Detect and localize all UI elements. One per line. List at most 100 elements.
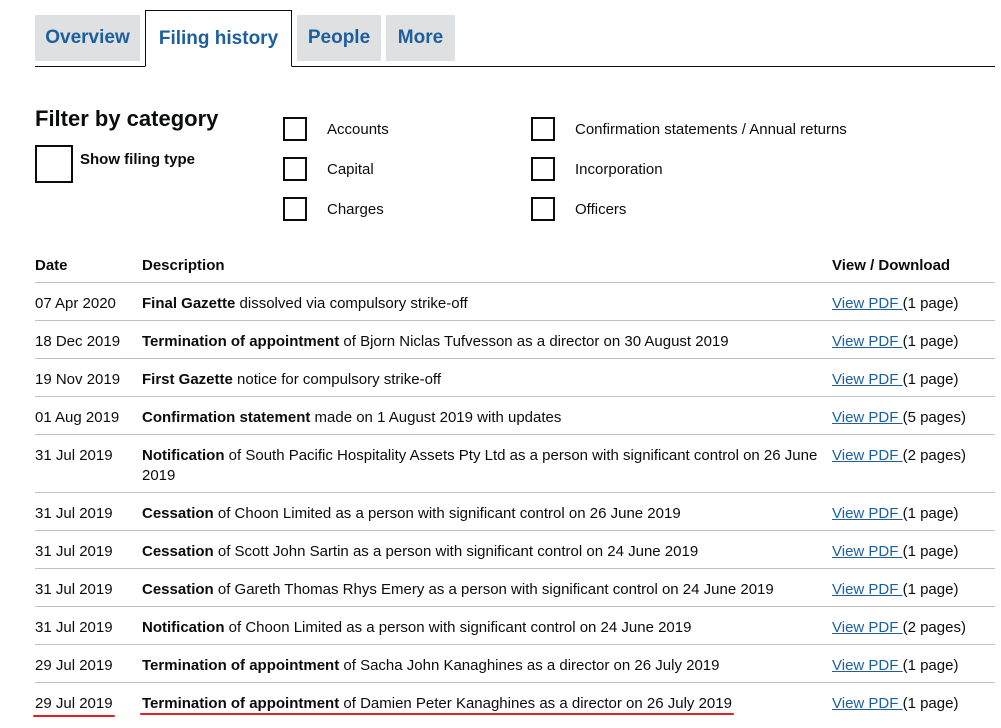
row-date: 29 Jul 2019	[33, 695, 115, 717]
row-view: View PDF (1 page)	[832, 542, 958, 562]
incorporation-checkbox[interactable]	[531, 157, 555, 181]
confirmation-statements-checkbox[interactable]	[531, 117, 555, 141]
row-description-text: Termination of appointment of Bjorn Nicl…	[142, 333, 729, 350]
table-row: 07 Apr 2020 Final Gazette dissolved via c…	[35, 283, 995, 321]
row-page-count: (1 page)	[902, 505, 959, 522]
header-description: Description	[142, 257, 225, 274]
row-date: 29 Jul 2019	[35, 657, 113, 674]
row-description: Termination of appointment of Damien Pet…	[142, 694, 818, 714]
row-view: View PDF (1 page)	[832, 332, 958, 352]
accounts-label: Accounts	[327, 121, 389, 138]
row-description-type: Termination of appointment	[142, 657, 340, 674]
tab-bar: Overview Filing history People More	[35, 10, 995, 67]
table-row: 01 Aug 2019 Confirmation statement made o…	[35, 397, 995, 435]
officers-checkbox[interactable]	[531, 197, 555, 221]
row-description-text: Cessation of Choon Limited as a person w…	[142, 505, 681, 522]
row-view: View PDF (1 page)	[832, 656, 958, 676]
view-pdf-link[interactable]: View PDF	[832, 295, 903, 312]
view-pdf-link[interactable]: View PDF	[832, 657, 903, 674]
table-row: 29 Jul 2019 Termination of appointment of…	[35, 645, 995, 683]
row-description-detail: of South Pacific Hospitality Assets Pty …	[142, 447, 818, 484]
row-date: 07 Apr 2020	[35, 295, 116, 312]
table-row: 29 Jul 2019 Termination of appointment of…	[33, 683, 995, 721]
row-date: 18 Dec 2019	[35, 333, 121, 350]
row-description: Cessation of Scott John Sartin as a pers…	[142, 542, 818, 562]
view-pdf-link[interactable]: View PDF	[832, 581, 903, 598]
charges-checkbox[interactable]	[283, 197, 307, 221]
row-view: View PDF (1 page)	[832, 694, 958, 714]
row-description-detail: dissolved via compulsory strike-off	[235, 295, 468, 312]
row-description: Notification of South Pacific Hospitalit…	[142, 446, 818, 486]
view-pdf-link[interactable]: View PDF	[832, 409, 903, 426]
row-description: Notification of Choon Limited as a perso…	[142, 618, 818, 638]
row-description-text: Termination of appointment of Sacha John…	[142, 657, 719, 674]
row-description-type: Cessation	[142, 505, 214, 522]
table-row: 31 Jul 2019 Notification of Choon Limited…	[35, 607, 995, 645]
row-view: View PDF (2 pages)	[832, 446, 966, 466]
row-date: 31 Jul 2019	[35, 619, 113, 636]
row-view: View PDF (1 page)	[832, 504, 958, 524]
table-row: 18 Dec 2019 Termination of appointment of…	[35, 321, 995, 359]
row-description-detail: of Gareth Thomas Rhys Emery as a person …	[213, 581, 774, 598]
tab-more[interactable]: More	[386, 15, 455, 61]
row-description: Cessation of Gareth Thomas Rhys Emery as…	[142, 580, 818, 600]
row-page-count: (1 page)	[902, 581, 959, 598]
table-row: 19 Nov 2019 First Gazette notice for comp…	[35, 359, 995, 397]
capital-checkbox[interactable]	[283, 157, 307, 181]
row-description-detail: made on 1 August 2019 with updates	[310, 409, 562, 426]
header-date: Date	[35, 257, 68, 274]
row-description-type: Cessation	[142, 581, 214, 598]
row-description-text: Cessation of Gareth Thomas Rhys Emery as…	[142, 581, 774, 598]
row-description: Confirmation statement made on 1 August …	[142, 408, 818, 428]
row-description-type: Notification	[142, 619, 225, 636]
officers-label: Officers	[575, 201, 627, 218]
filing-history-table: Date Description View / Download 07 Apr …	[33, 252, 995, 721]
row-page-count: (2 pages)	[902, 447, 966, 464]
row-date: 31 Jul 2019	[35, 543, 113, 560]
view-pdf-link[interactable]: View PDF	[832, 447, 903, 464]
row-page-count: (1 page)	[902, 657, 959, 674]
row-date: 19 Nov 2019	[35, 371, 121, 388]
header-view-download: View / Download	[832, 257, 951, 274]
row-view: View PDF (5 pages)	[832, 408, 966, 428]
row-date: 31 Jul 2019	[35, 581, 113, 598]
incorporation-label: Incorporation	[575, 161, 663, 178]
row-description: Final Gazette dissolved via compulsory s…	[142, 294, 818, 314]
view-pdf-link[interactable]: View PDF	[832, 505, 903, 522]
row-description: Termination of appointment of Bjorn Nicl…	[142, 332, 818, 352]
row-description-detail: of Scott John Sartin as a person with si…	[213, 543, 699, 560]
table-row: 31 Jul 2019 Notification of South Pacific…	[35, 435, 995, 493]
row-description-text: Termination of appointment of Damien Pet…	[142, 695, 732, 712]
row-description: First Gazette notice for compulsory stri…	[142, 370, 818, 390]
row-page-count: (1 page)	[902, 695, 959, 712]
table-row: 31 Jul 2019 Cessation of Scott John Sarti…	[35, 531, 995, 569]
row-description-detail: of Bjorn Niclas Tufvesson as a director …	[339, 333, 729, 350]
tab-filing-history[interactable]: Filing history	[145, 10, 292, 67]
view-pdf-link[interactable]: View PDF	[832, 371, 903, 388]
capital-label: Capital	[327, 161, 374, 178]
tab-people[interactable]: People	[297, 15, 381, 61]
row-description-text: Notification of South Pacific Hospitalit…	[142, 447, 817, 484]
row-description-type: First Gazette	[142, 371, 233, 388]
row-page-count: (1 page)	[902, 295, 959, 312]
view-pdf-link[interactable]: View PDF	[832, 333, 903, 350]
row-description-detail: of Choon Limited as a person with signif…	[213, 505, 681, 522]
row-description-detail: notice for compulsory strike-off	[232, 371, 441, 388]
row-page-count: (1 page)	[902, 371, 959, 388]
row-description-type: Notification	[142, 447, 225, 464]
tab-overview[interactable]: Overview	[35, 15, 140, 61]
row-page-count: (1 page)	[902, 543, 959, 560]
confirmation-statements-label: Confirmation statements / Annual returns	[575, 121, 847, 138]
filter-title: Filter by category	[35, 106, 219, 131]
view-pdf-link[interactable]: View PDF	[832, 695, 903, 712]
row-description-type: Confirmation statement	[142, 409, 311, 426]
view-pdf-link[interactable]: View PDF	[832, 619, 903, 636]
row-description-type: Final Gazette	[142, 295, 236, 312]
show-filing-type-checkbox[interactable]	[35, 145, 73, 183]
row-description-detail: of Sacha John Kanaghines as a director o…	[339, 657, 720, 674]
row-view: View PDF (1 page)	[832, 580, 958, 600]
table-row: 31 Jul 2019 Cessation of Gareth Thomas Rh…	[35, 569, 995, 607]
row-page-count: (2 pages)	[902, 619, 966, 636]
view-pdf-link[interactable]: View PDF	[832, 543, 903, 560]
accounts-checkbox[interactable]	[283, 117, 307, 141]
